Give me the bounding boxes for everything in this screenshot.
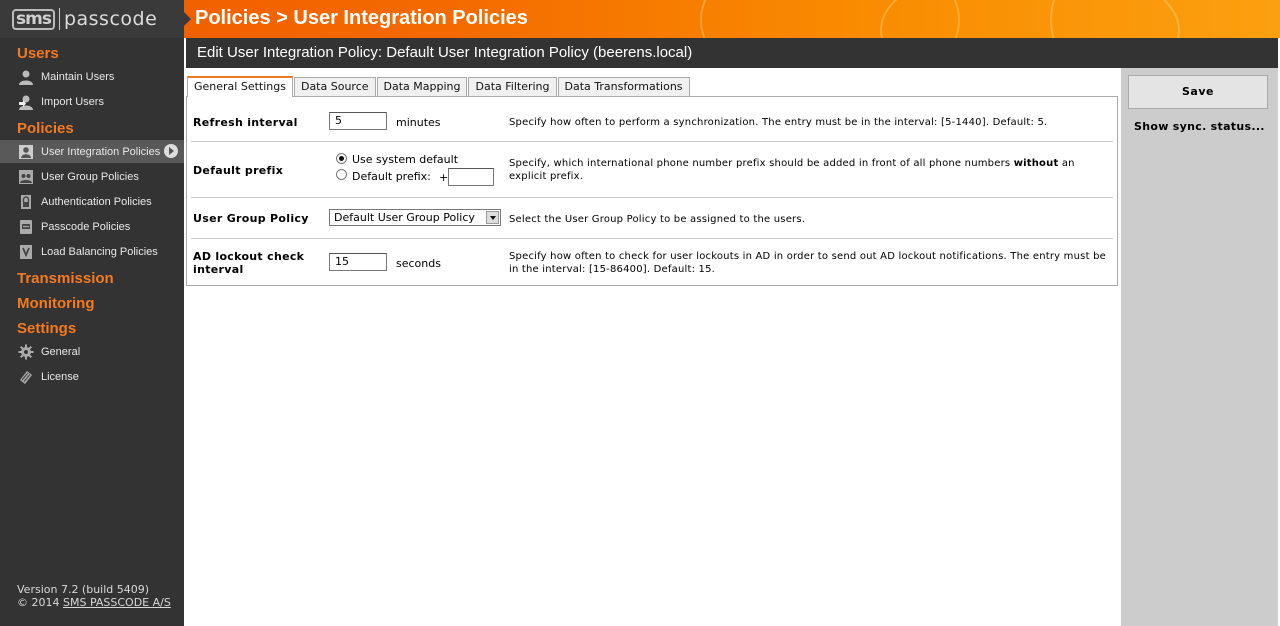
user-group-policy-value: Default User Group Policy [334, 211, 475, 224]
balance-icon [18, 244, 34, 260]
refresh-interval-row: Refresh interval 5 minutes Specify how o… [191, 97, 1113, 142]
sidebar-item-label: Maintain Users [41, 70, 115, 83]
tab-bar: General Settings Data Source Data Mappin… [187, 76, 691, 97]
ad-lockout-unit: seconds [396, 257, 441, 270]
main-content: General Settings Data Source Data Mappin… [184, 68, 1121, 626]
sidebar-item-maintain-users[interactable]: Maintain Users [0, 65, 184, 88]
default-prefix-label: Default prefix [193, 164, 284, 177]
sidebar-nav: Users Maintain Users Import Users Polici… [0, 38, 184, 626]
refresh-interval-label: Refresh interval [193, 116, 298, 129]
arrow-right-icon [164, 144, 178, 158]
sidebar-item-label: Authentication Policies [41, 195, 152, 208]
use-system-default-label: Use system default [352, 153, 459, 166]
sidebar-item-user-group-policies[interactable]: User Group Policies [0, 165, 184, 188]
passcode-icon [18, 219, 34, 235]
page-title: Policies > User Integration Policies [195, 7, 528, 29]
ad-lockout-label: AD lockout check interval [193, 250, 305, 276]
company-link[interactable]: SMS PASSCODE A/S [63, 596, 171, 609]
app-logo: sms passcode [0, 0, 184, 38]
sidebar-item-label: User Group Policies [41, 170, 139, 183]
tab-general-settings[interactable]: General Settings [187, 76, 293, 97]
tab-data-mapping[interactable]: Data Mapping [376, 77, 468, 96]
nav-heading-settings[interactable]: Settings [17, 320, 76, 337]
section-header: Edit User Integration Policy: Default Us… [184, 38, 1278, 68]
nav-heading-monitoring[interactable]: Monitoring [17, 295, 94, 312]
ad-lockout-row: AD lockout check interval 15 seconds Spe… [191, 239, 1113, 285]
prefix-plus-sign: + [439, 171, 449, 184]
custom-prefix-input[interactable] [448, 168, 494, 186]
user-group-icon [18, 169, 34, 185]
version-info: Version 7.2 (build 5409) © 2014 SMS PASS… [17, 583, 171, 609]
tab-data-source[interactable]: Data Source [293, 77, 376, 96]
use-system-default-radio[interactable] [336, 153, 347, 164]
chevron-down-icon[interactable] [486, 211, 499, 224]
gear-icon [18, 344, 34, 360]
logo-sms-mark: sms [12, 8, 55, 30]
sidebar-item-label: Load Balancing Policies [41, 245, 158, 258]
refresh-interval-unit: minutes [396, 116, 441, 129]
ad-lockout-description: Specify how often to check for user lock… [509, 251, 1106, 275]
default-prefix-description: Specify, which international phone numbe… [509, 158, 1075, 182]
user-icon [18, 69, 34, 85]
sidebar-item-load-balancing-policies[interactable]: Load Balancing Policies [0, 240, 184, 263]
nav-heading-policies[interactable]: Policies [17, 120, 74, 137]
user-group-policy-label: User Group Policy [193, 212, 309, 225]
sidebar-item-user-integration-policies[interactable]: User Integration Policies [0, 140, 184, 163]
nav-heading-transmission[interactable]: Transmission [17, 270, 114, 287]
lock-icon [18, 194, 34, 210]
version-line: Version 7.2 (build 5409) [17, 583, 150, 596]
user-integration-icon [18, 144, 34, 160]
ad-lockout-input[interactable]: 15 [329, 253, 387, 271]
sidebar-item-import-users[interactable]: Import Users [0, 90, 184, 113]
save-button[interactable]: Save [1128, 75, 1268, 109]
section-title: Edit User Integration Policy: Default Us… [197, 44, 693, 61]
general-settings-panel: Refresh interval 5 minutes Specify how o… [186, 96, 1118, 286]
user-group-policy-description: Select the User Group Policy to be assig… [509, 214, 806, 225]
sidebar-item-label: License [41, 370, 79, 383]
default-prefix-row: Default prefix Use system default Defaul… [191, 142, 1113, 198]
sidebar-item-label: Passcode Policies [41, 220, 131, 233]
tab-data-transformations[interactable]: Data Transformations [557, 77, 690, 96]
user-group-policy-select[interactable]: Default User Group Policy [329, 209, 501, 226]
refresh-interval-description: Specify how often to perform a synchroni… [509, 117, 1048, 128]
custom-prefix-radio[interactable] [336, 169, 347, 180]
nav-heading-users[interactable]: Users [17, 45, 59, 62]
custom-prefix-label: Default prefix: [352, 170, 431, 183]
sidebar-item-label: User Integration Policies [41, 145, 161, 158]
show-sync-status-link[interactable]: Show sync. status... [1134, 120, 1265, 133]
top-banner: sms passcode Policies > User Integration… [0, 0, 1280, 38]
refresh-interval-input[interactable]: 5 [329, 112, 387, 130]
sidebar-item-general[interactable]: General [0, 340, 184, 363]
license-icon [18, 369, 34, 385]
sidebar-item-label: General [41, 345, 81, 358]
action-panel: Save Show sync. status... [1121, 68, 1278, 626]
sidebar-item-authentication-policies[interactable]: Authentication Policies [0, 190, 184, 213]
logo-wordmark: passcode [63, 8, 158, 30]
sidebar-item-license[interactable]: License [0, 365, 184, 388]
copyright-text: © 2014 [17, 596, 60, 609]
user-import-icon [18, 94, 34, 110]
sidebar-item-label: Import Users [41, 95, 104, 108]
user-group-policy-row: User Group Policy Default User Group Pol… [191, 198, 1113, 239]
tab-data-filtering[interactable]: Data Filtering [468, 77, 557, 96]
sidebar-item-passcode-policies[interactable]: Passcode Policies [0, 215, 184, 238]
